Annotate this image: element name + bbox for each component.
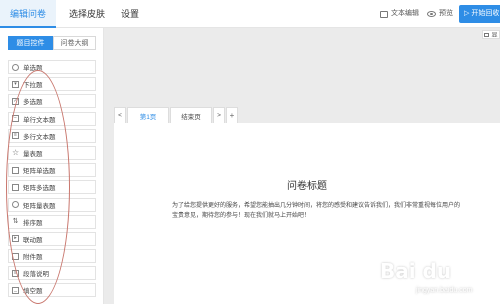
display-toggle[interactable]: 显 <box>482 30 500 39</box>
start-collect-label: 开始回收 <box>471 10 500 17</box>
preview-label: 预览 <box>439 10 453 17</box>
eye-icon <box>427 11 436 17</box>
dropdown-icon: ▾ <box>12 80 19 88</box>
radio-icon <box>12 63 19 71</box>
watermark-sub: jingyan.baidu.com <box>416 287 473 294</box>
tab-page-1[interactable]: 第1页 <box>127 107 169 123</box>
add-page-button[interactable]: + <box>226 107 238 123</box>
watermark-brand: Bai du <box>380 259 452 283</box>
blank-icon: _ <box>12 286 19 294</box>
tab-question-controls[interactable]: 题目控件 <box>8 36 53 50</box>
tab-select-skin[interactable]: 选择皮肤 <box>69 0 105 28</box>
page-tabs: < 第1页 结束页 > + <box>114 107 239 123</box>
display-icon <box>484 32 490 37</box>
question-type-single-choice[interactable]: 单选题 <box>8 60 96 74</box>
tab-survey-outline[interactable]: 问卷大纲 <box>53 36 96 50</box>
survey-description[interactable]: 为了给您提供更好的服务，希望您能抽出几分钟时间，将您的感受和建议告诉我们，我们非… <box>172 201 460 221</box>
tab-settings[interactable]: 设置 <box>121 0 139 28</box>
top-nav: 编辑问卷 选择皮肤 设置 文本编辑 预览 ▷ 开始回收 <box>0 0 500 28</box>
tab-edit-survey[interactable]: 编辑问卷 <box>0 0 56 28</box>
start-collect-button[interactable]: ▷ 开始回收 <box>459 5 500 23</box>
display-toggle-label: 显 <box>491 33 498 39</box>
baidu-watermark: Bai du jingyan.baidu.com <box>380 259 498 301</box>
text-edit-label: 文本编辑 <box>391 10 419 17</box>
tab-scroll-left-button[interactable]: < <box>114 107 126 123</box>
text-edit-icon <box>380 10 388 18</box>
tab-scroll-right-button[interactable]: > <box>213 107 225 123</box>
survey-title[interactable]: 问卷标题 <box>114 177 500 192</box>
tab-end-page[interactable]: 结束页 <box>170 107 212 123</box>
annotation-oval <box>6 70 70 304</box>
preview-button[interactable]: 预览 <box>427 0 453 28</box>
text-edit-button[interactable]: 文本编辑 <box>380 0 419 28</box>
